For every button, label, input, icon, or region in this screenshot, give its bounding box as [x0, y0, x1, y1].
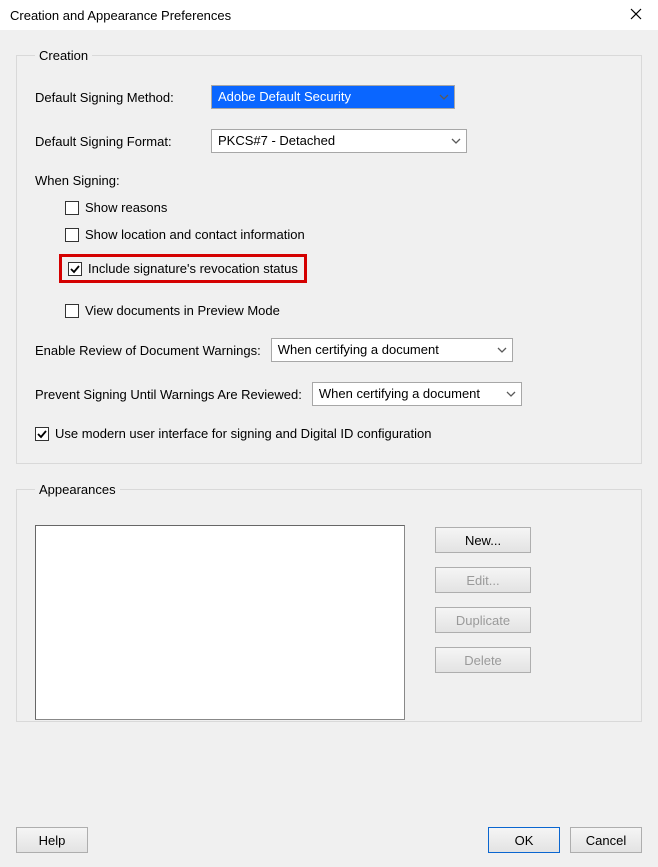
view-preview-label: View documents in Preview Mode — [85, 303, 280, 318]
default-format-label: Default Signing Format: — [35, 134, 211, 149]
duplicate-button[interactable]: Duplicate — [435, 607, 531, 633]
creation-group: Creation Default Signing Method: Adobe D… — [16, 48, 642, 464]
show-location-row[interactable]: Show location and contact information — [65, 227, 623, 242]
titlebar: Creation and Appearance Preferences — [0, 0, 658, 30]
appearances-group: Appearances New... Edit... Duplicate Del… — [16, 482, 642, 722]
modern-ui-label: Use modern user interface for signing an… — [55, 426, 431, 441]
delete-button[interactable]: Delete — [435, 647, 531, 673]
view-preview-row[interactable]: View documents in Preview Mode — [65, 303, 623, 318]
include-revocation-highlight: Include signature's revocation status — [59, 254, 307, 283]
prevent-signing-label: Prevent Signing Until Warnings Are Revie… — [35, 387, 302, 402]
prevent-signing-row: Prevent Signing Until Warnings Are Revie… — [35, 382, 623, 406]
window-title: Creation and Appearance Preferences — [10, 8, 231, 23]
edit-button[interactable]: Edit... — [435, 567, 531, 593]
appearances-legend: Appearances — [35, 482, 120, 497]
ok-button[interactable]: OK — [488, 827, 560, 853]
cancel-button[interactable]: Cancel — [570, 827, 642, 853]
show-reasons-checkbox[interactable] — [65, 201, 79, 215]
when-signing-heading: When Signing: — [35, 173, 623, 188]
default-format-value: PKCS#7 - Detached — [212, 130, 466, 152]
include-revocation-checkbox[interactable] — [68, 262, 82, 276]
default-method-row: Default Signing Method: Adobe Default Se… — [35, 85, 623, 109]
include-revocation-label: Include signature's revocation status — [88, 261, 298, 276]
show-reasons-label: Show reasons — [85, 200, 167, 215]
appearances-buttons: New... Edit... Duplicate Delete — [435, 525, 531, 720]
show-location-checkbox[interactable] — [65, 228, 79, 242]
show-location-label: Show location and contact information — [85, 227, 305, 242]
prevent-signing-select[interactable]: When certifying a document — [312, 382, 522, 406]
modern-ui-checkbox[interactable] — [35, 427, 49, 441]
appearances-listbox[interactable] — [35, 525, 405, 720]
review-warnings-select[interactable]: When certifying a document — [271, 338, 513, 362]
default-format-select[interactable]: PKCS#7 - Detached — [211, 129, 467, 153]
default-method-value: Adobe Default Security — [212, 86, 454, 108]
new-button[interactable]: New... — [435, 527, 531, 553]
default-method-label: Default Signing Method: — [35, 90, 211, 105]
show-reasons-row[interactable]: Show reasons — [65, 200, 623, 215]
review-warnings-row: Enable Review of Document Warnings: When… — [35, 338, 623, 362]
help-button[interactable]: Help — [16, 827, 88, 853]
modern-ui-row[interactable]: Use modern user interface for signing an… — [35, 426, 623, 441]
view-preview-checkbox[interactable] — [65, 304, 79, 318]
default-method-select[interactable]: Adobe Default Security — [211, 85, 455, 109]
close-icon[interactable] — [624, 3, 648, 27]
creation-legend: Creation — [35, 48, 92, 63]
footer: Help OK Cancel — [16, 827, 642, 853]
review-warnings-value: When certifying a document — [272, 339, 512, 361]
review-warnings-label: Enable Review of Document Warnings: — [35, 343, 261, 358]
prevent-signing-value: When certifying a document — [313, 383, 521, 405]
default-format-row: Default Signing Format: PKCS#7 - Detache… — [35, 129, 623, 153]
